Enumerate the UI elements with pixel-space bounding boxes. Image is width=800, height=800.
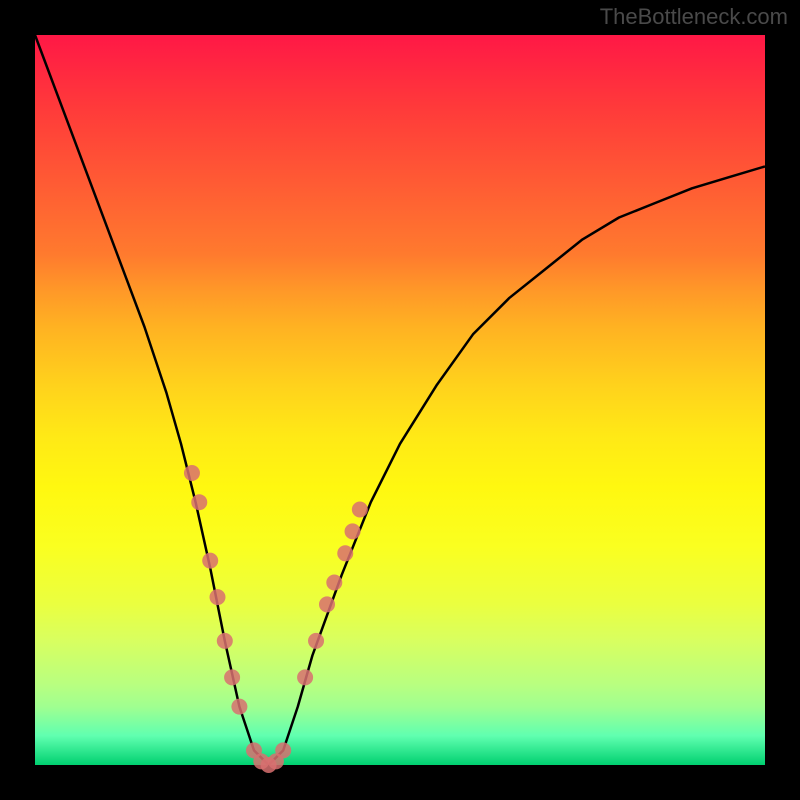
highlight-markers	[184, 465, 368, 773]
marker-point	[297, 669, 313, 685]
bottleneck-curve	[35, 35, 765, 765]
marker-point	[319, 596, 335, 612]
marker-point	[352, 502, 368, 518]
chart-svg	[35, 35, 765, 765]
marker-point	[184, 465, 200, 481]
marker-point	[217, 633, 233, 649]
marker-point	[326, 575, 342, 591]
marker-point	[224, 669, 240, 685]
marker-point	[308, 633, 324, 649]
marker-point	[337, 545, 353, 561]
marker-point	[202, 553, 218, 569]
marker-point	[231, 699, 247, 715]
watermark-text: TheBottleneck.com	[600, 4, 788, 30]
marker-point	[345, 523, 361, 539]
marker-point	[275, 742, 291, 758]
marker-point	[191, 494, 207, 510]
marker-point	[210, 589, 226, 605]
